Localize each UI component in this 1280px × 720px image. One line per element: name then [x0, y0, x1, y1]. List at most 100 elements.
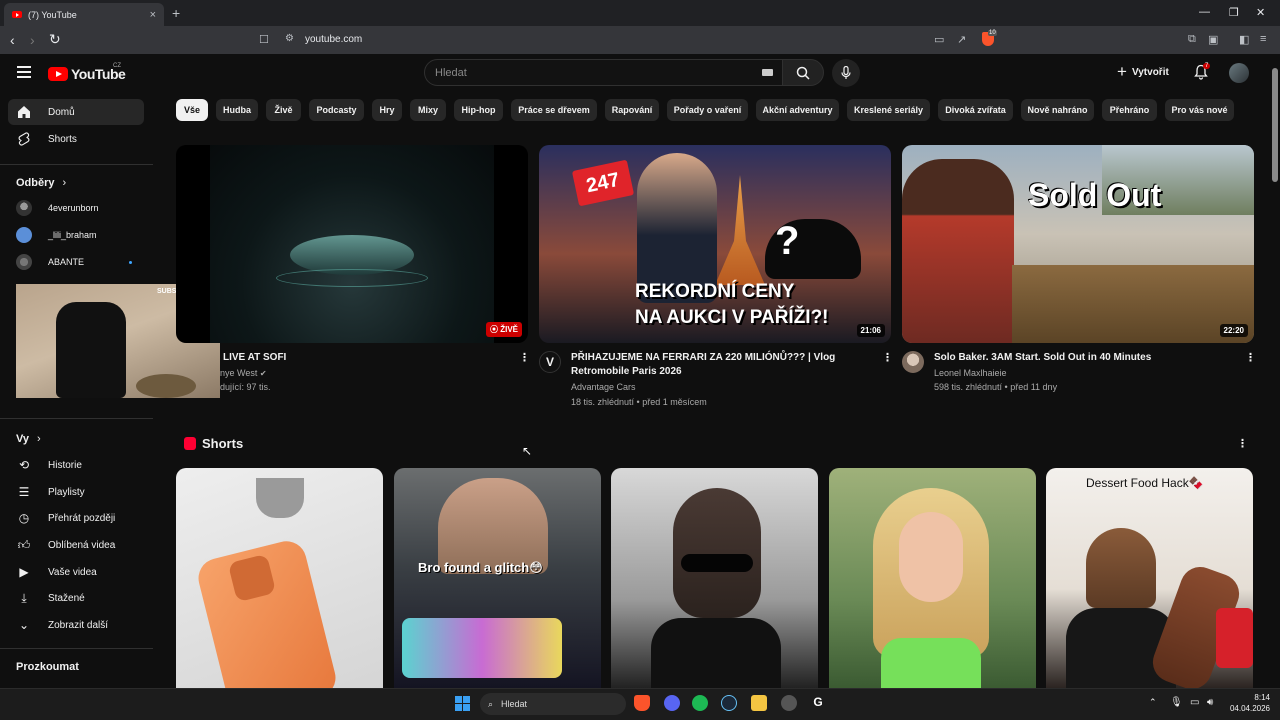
video-duration: 22:20 [1219, 324, 1248, 337]
chip[interactable]: Akční adventury [756, 99, 839, 121]
microphone-icon[interactable]: 🎙︎ [1170, 697, 1183, 708]
more-options-icon[interactable]: ⋮ [1245, 351, 1256, 364]
close-window-button[interactable]: ✕ [1256, 6, 1265, 19]
you-heading[interactable]: Vy › [16, 433, 41, 445]
search-input[interactable] [424, 59, 784, 86]
sidebar-item-liked[interactable]: 👍︎ Oblíbená videa [8, 532, 144, 558]
short-thumbnail[interactable] [611, 468, 818, 688]
address-bar[interactable]: youtube.com [305, 34, 362, 45]
chip[interactable]: Hudba [216, 99, 258, 121]
scrollbar-thumb[interactable] [1272, 68, 1278, 182]
sidebar-item-shorts[interactable]: Shorts [8, 126, 144, 152]
video-title[interactable]: PŘIHAZUJEME NA FERRARI ZA 220 MILIÓNŮ???… [571, 351, 851, 379]
video-thumbnail[interactable]: Sold Out 22:20 [902, 145, 1254, 343]
chip[interactable]: Pořady o vaření [667, 99, 748, 121]
volume-icon[interactable]: 🔊︎ [1207, 697, 1213, 708]
thumb-text: Sold Out [1028, 177, 1162, 213]
chip[interactable]: Divoká zvířata [938, 99, 1013, 121]
video-thumbnail[interactable]: ⦿ ŽIVĚ [176, 145, 528, 343]
channel-name[interactable]: Advantage Cars [571, 380, 636, 394]
sidebar-item-history[interactable]: ⟲ Historie [8, 452, 144, 478]
more-options-icon[interactable]: ⋮ [519, 351, 530, 364]
shorts-shelf-title: Shorts [202, 436, 244, 451]
notification-badge: 7 [1203, 63, 1211, 69]
chip[interactable]: Živě [266, 99, 301, 121]
site-info-icon[interactable]: ⚙ [285, 33, 294, 44]
chip-all[interactable]: Vše [176, 99, 208, 121]
live-icon: ⦿ [489, 325, 501, 334]
search-button[interactable] [782, 59, 824, 86]
channel-name[interactable]: Leonel Maxlhaieie [934, 366, 1007, 380]
subscription-item[interactable]: 4everunborn [16, 198, 99, 218]
file-explorer-icon[interactable] [751, 695, 767, 711]
subscriptions-heading[interactable]: Odběry › [16, 177, 66, 189]
keyboard-icon[interactable] [762, 69, 773, 76]
menu-icon[interactable]: ≡ [1260, 33, 1266, 45]
chip[interactable]: Rapování [605, 99, 659, 121]
taskbar-search[interactable]: ⌕ Hledat [480, 693, 626, 715]
reload-icon[interactable]: ↻ [49, 32, 61, 46]
channel-avatar[interactable]: V [539, 351, 561, 373]
short-thumbnail[interactable] [829, 468, 1036, 688]
search-icon [796, 66, 810, 80]
video-duration: 21:06 [856, 324, 885, 337]
subscription-item[interactable]: _lili_braham [16, 225, 97, 245]
video-title[interactable]: Solo Baker. 3AM Start. Sold Out in 40 Mi… [934, 351, 1151, 365]
chip[interactable]: Mixy [410, 99, 446, 121]
shorts-icon [16, 132, 32, 146]
sidebar-item-label: Shorts [48, 133, 77, 145]
chip[interactable]: Přehráno [1102, 99, 1157, 121]
subscription-item[interactable]: ABANTE [16, 252, 84, 272]
chip[interactable]: Kreslené seriály [847, 99, 930, 121]
network-icon[interactable]: ▭ [1190, 697, 1199, 708]
cast-icon[interactable]: ▭ [934, 33, 944, 46]
video-title[interactable]: LIVE AT SOFI [223, 351, 286, 365]
create-button[interactable]: + Vytvořit [1117, 62, 1169, 82]
sidebar-item-home[interactable]: Domů [8, 99, 144, 125]
channel-name[interactable]: nye West ✔ [220, 366, 267, 381]
account-avatar[interactable] [1229, 63, 1249, 83]
channel-avatar[interactable] [902, 351, 924, 373]
sidebar-item-watch-later[interactable]: ◷ Přehrát později [8, 505, 144, 531]
steam-app-icon[interactable] [721, 695, 737, 711]
new-tab-button[interactable]: + [172, 5, 180, 21]
short-thumbnail[interactable] [176, 468, 383, 688]
minimize-button[interactable]: — [1199, 6, 1210, 18]
video-thumbnail[interactable]: 247 ? REKORDNÍ CENY NA AUKCI V PAŘÍŽI?! … [539, 145, 891, 343]
shorts-logo-icon [184, 437, 196, 450]
maximize-button[interactable]: ❐ [1229, 6, 1239, 19]
logitech-app-icon[interactable]: G [810, 695, 826, 711]
bookmark-icon[interactable]: ☐ [259, 33, 269, 46]
tab-close-icon[interactable]: × [150, 9, 156, 21]
chip[interactable]: Hip-hop [454, 99, 503, 121]
more-options-icon[interactable]: ⋮ [1237, 437, 1248, 450]
extensions-icon[interactable]: ⧉ [1188, 33, 1196, 46]
browser-tab[interactable]: (7) YouTube × [4, 3, 164, 26]
guide-menu-icon[interactable] [17, 66, 31, 78]
brave-app-icon[interactable] [634, 695, 650, 711]
spotify-app-icon[interactable] [692, 695, 708, 711]
share-icon[interactable]: ↗ [957, 33, 966, 46]
short-thumbnail[interactable]: Dessert Food Hack🍫 [1046, 468, 1253, 688]
sidebar-item-downloads[interactable]: ⤓ Stažené [8, 585, 144, 611]
sidebar-toggle-icon[interactable]: ◧ [1239, 33, 1249, 46]
sidebar-item-playlists[interactable]: ☰ Playlisty [8, 479, 144, 505]
back-icon[interactable]: ‹ [10, 33, 15, 47]
taskbar-clock[interactable]: 8:14 04.04.2026 [1226, 692, 1270, 714]
windows-start-icon[interactable] [455, 696, 470, 711]
chip[interactable]: Pro vás nové [1165, 99, 1234, 121]
forward-icon[interactable]: › [30, 33, 35, 47]
tray-chevron-icon[interactable]: ⌃ [1149, 697, 1157, 708]
sidebar-item-your-videos[interactable]: ▶ Vaše videa [8, 559, 144, 585]
short-thumbnail[interactable]: Bro found a glitch😳 [394, 468, 601, 688]
discord-app-icon[interactable] [664, 695, 680, 711]
more-options-icon[interactable]: ⋮ [882, 351, 893, 364]
sidebar-item-show-more[interactable]: ⌄ Zobrazit další [8, 612, 144, 638]
chip[interactable]: Nově nahráno [1021, 99, 1094, 121]
chip[interactable]: Podcasty [309, 99, 364, 121]
app-icon[interactable] [781, 695, 797, 711]
chip[interactable]: Práce se dřevem [511, 99, 597, 121]
voice-search-button[interactable] [832, 59, 860, 87]
wallet-icon[interactable]: ▣ [1208, 33, 1218, 46]
chip[interactable]: Hry [372, 99, 402, 121]
